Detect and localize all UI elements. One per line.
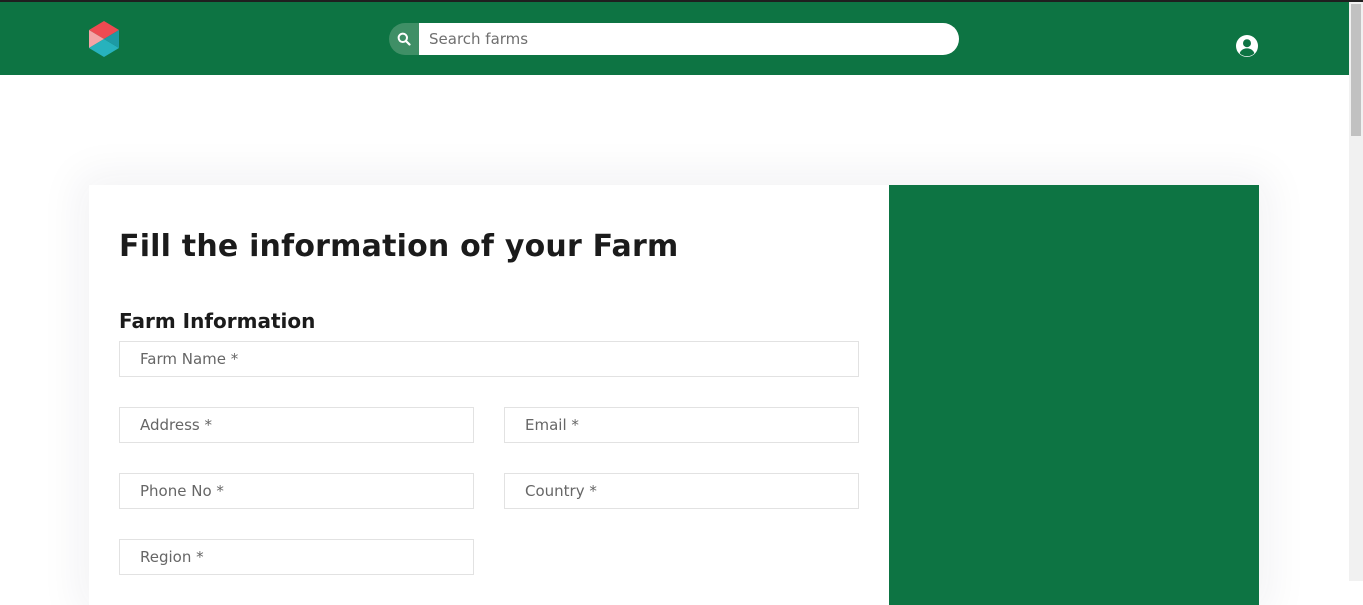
farm-name-field[interactable] — [119, 341, 859, 377]
user-circle-icon[interactable] — [1235, 34, 1259, 58]
email-field[interactable] — [504, 407, 859, 443]
address-field[interactable] — [119, 407, 474, 443]
app-logo[interactable] — [88, 21, 120, 57]
phone-field[interactable] — [119, 473, 474, 509]
search-button[interactable] — [389, 23, 419, 55]
scrollbar-thumb[interactable] — [1351, 4, 1361, 136]
side-panel — [889, 185, 1259, 605]
country-field[interactable] — [504, 473, 859, 509]
farm-form-card: Fill the information of your Farm Farm I… — [89, 185, 1259, 605]
section-title-farm-information: Farm Information — [119, 309, 316, 333]
page-title: Fill the information of your Farm — [119, 229, 679, 264]
search-bar — [389, 23, 959, 55]
scrollbar[interactable] — [1349, 2, 1363, 581]
search-icon — [397, 32, 411, 46]
navbar — [0, 2, 1349, 75]
search-input[interactable] — [419, 23, 959, 55]
region-field[interactable] — [119, 539, 474, 575]
